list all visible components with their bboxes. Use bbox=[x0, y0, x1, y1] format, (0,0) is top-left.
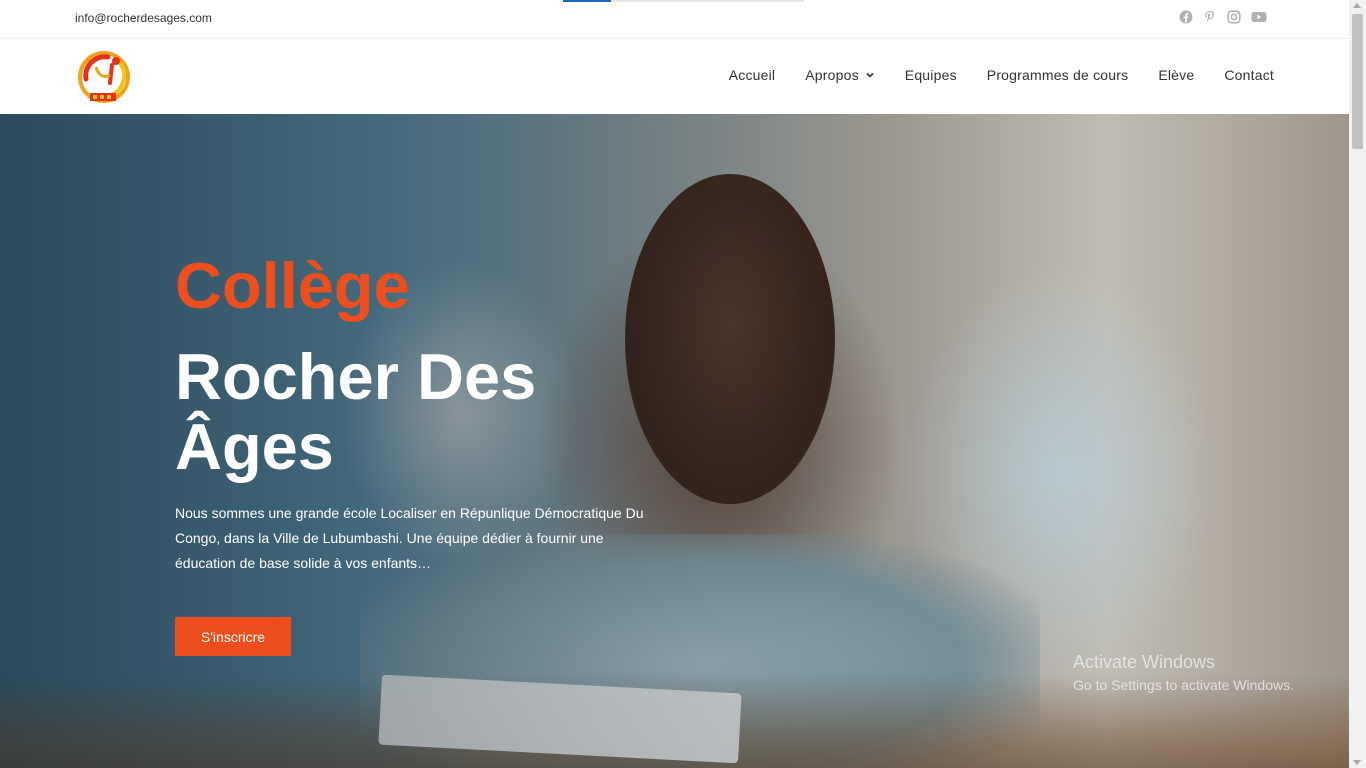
youtube-icon[interactable] bbox=[1251, 10, 1267, 24]
nav-item-accueil[interactable]: Accueil bbox=[729, 67, 776, 83]
signup-button[interactable]: S'inscricre bbox=[175, 617, 291, 656]
nav-item-eleve[interactable]: Elève bbox=[1158, 67, 1194, 83]
nav-item-label: Contact bbox=[1224, 67, 1274, 83]
scroll-up-arrow-icon[interactable] bbox=[1353, 3, 1361, 8]
hero-title-accent: Collège bbox=[175, 249, 410, 322]
watermark-subtitle: Go to Settings to activate Windows. bbox=[1073, 677, 1294, 693]
nav-item-programmes[interactable]: Programmes de cours bbox=[987, 67, 1129, 83]
rocher-des-ages-logo[interactable] bbox=[76, 49, 134, 105]
nav-item-label: Accueil bbox=[728, 67, 776, 83]
scrollbar-thumb[interactable] bbox=[1352, 14, 1363, 149]
scroll-down-arrow-icon[interactable] bbox=[1353, 760, 1361, 765]
contact-email[interactable]: info@rocherdesages.com bbox=[75, 11, 212, 25]
watermark-title: Activate Windows bbox=[1073, 652, 1216, 672]
facebook-icon[interactable] bbox=[1179, 10, 1193, 24]
chevron-down-icon bbox=[866, 72, 874, 78]
pinterest-icon[interactable] bbox=[1203, 10, 1217, 24]
hero-title-main: Rocher Des Âges bbox=[175, 340, 537, 483]
social-links bbox=[1179, 10, 1267, 24]
nav-item-label: Apropos bbox=[805, 67, 859, 83]
nav-item-label: Programmes de cours bbox=[986, 67, 1129, 83]
nav-item-contact[interactable]: Contact bbox=[1224, 67, 1274, 83]
page-load-progress bbox=[563, 0, 804, 2]
page-load-progress-fill bbox=[563, 0, 612, 2]
nav-item-label: Equipes bbox=[904, 67, 957, 83]
windows-activation-watermark: Activate Windows Go to Settings to activ… bbox=[1073, 652, 1294, 693]
nav-item-label: Elève bbox=[1158, 67, 1195, 83]
instagram-icon[interactable] bbox=[1227, 10, 1241, 24]
hero-description: Nous sommes une grande école Localiser e… bbox=[175, 505, 644, 571]
site-header: Accueil Apropos Equipes Programmes de co… bbox=[0, 39, 1349, 114]
nav-item-apropos[interactable]: Apropos bbox=[805, 67, 875, 83]
main-nav: Accueil Apropos Equipes Programmes de co… bbox=[699, 67, 1274, 83]
page-scrollbar[interactable] bbox=[1349, 0, 1366, 768]
nav-item-equipes[interactable]: Equipes bbox=[905, 67, 957, 83]
top-bar: info@rocherdesages.com bbox=[0, 0, 1349, 39]
